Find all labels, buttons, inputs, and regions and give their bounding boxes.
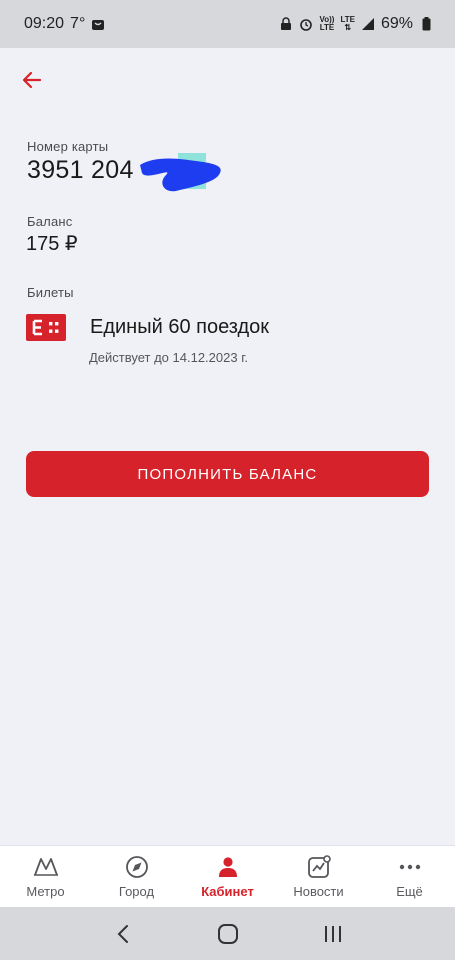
battery-icon bbox=[419, 17, 433, 31]
nav-item-more[interactable]: Ещё bbox=[364, 846, 455, 907]
ticket-valid-until: Действует до 14.12.2023 г. bbox=[89, 350, 248, 365]
compass-icon bbox=[124, 854, 150, 880]
status-temperature: 7° bbox=[70, 15, 86, 32]
card-number-label: Номер карты bbox=[27, 139, 109, 154]
redaction-scribble bbox=[140, 153, 221, 192]
nav-item-metro[interactable]: Метро bbox=[0, 846, 91, 907]
card-number: 3951 204 bbox=[27, 156, 134, 184]
lock-icon bbox=[279, 17, 293, 31]
more-icon bbox=[397, 854, 423, 880]
nav-label-city: Город bbox=[118, 884, 155, 899]
ticket-type-icon bbox=[26, 314, 66, 341]
nav-item-cabinet[interactable]: Кабинет bbox=[182, 846, 273, 907]
bottom-nav: Метро Город Кабинет Новости Ещё bbox=[0, 845, 455, 907]
tickets-label: Билеты bbox=[27, 285, 74, 300]
volte-indicator: Vo)) LTE bbox=[319, 15, 335, 32]
status-time: 09:20 bbox=[24, 15, 65, 32]
system-nav-bar bbox=[0, 907, 455, 960]
battery-percent: 69% bbox=[380, 15, 413, 32]
shopping-bag-icon bbox=[91, 17, 105, 31]
metro-icon bbox=[33, 854, 59, 880]
card-details-screen: Номер карты 3951 204 Баланс 175 ₽ Билеты… bbox=[0, 48, 455, 845]
nav-label-news: Новости bbox=[293, 884, 344, 899]
lte-indicator: LTE ⇅ bbox=[340, 15, 355, 32]
balance-label: Баланс bbox=[27, 214, 73, 229]
balance-value: 175 ₽ bbox=[26, 233, 78, 255]
nav-item-city[interactable]: Город bbox=[91, 846, 182, 907]
status-bar: 09:20 7° Vo)) LTE LTE ⇅ 69% bbox=[0, 0, 455, 48]
nav-label-more: Ещё bbox=[396, 884, 423, 899]
ticket-name: Единый 60 поездок bbox=[90, 316, 270, 338]
nav-label-metro: Метро bbox=[26, 884, 65, 899]
alarm-icon bbox=[299, 17, 313, 31]
system-recents-icon[interactable] bbox=[318, 919, 348, 949]
nav-item-news[interactable]: Новости bbox=[273, 846, 364, 907]
person-icon bbox=[215, 854, 241, 880]
nav-label-cabinet: Кабинет bbox=[201, 884, 254, 899]
topup-balance-button[interactable]: ПОПОЛНИТЬ БАЛАНС bbox=[26, 451, 429, 497]
system-home-icon[interactable] bbox=[213, 919, 243, 949]
system-back-icon[interactable] bbox=[108, 919, 138, 949]
back-arrow-icon[interactable] bbox=[20, 68, 44, 92]
signal-icon bbox=[361, 17, 375, 31]
chart-icon bbox=[306, 854, 332, 880]
